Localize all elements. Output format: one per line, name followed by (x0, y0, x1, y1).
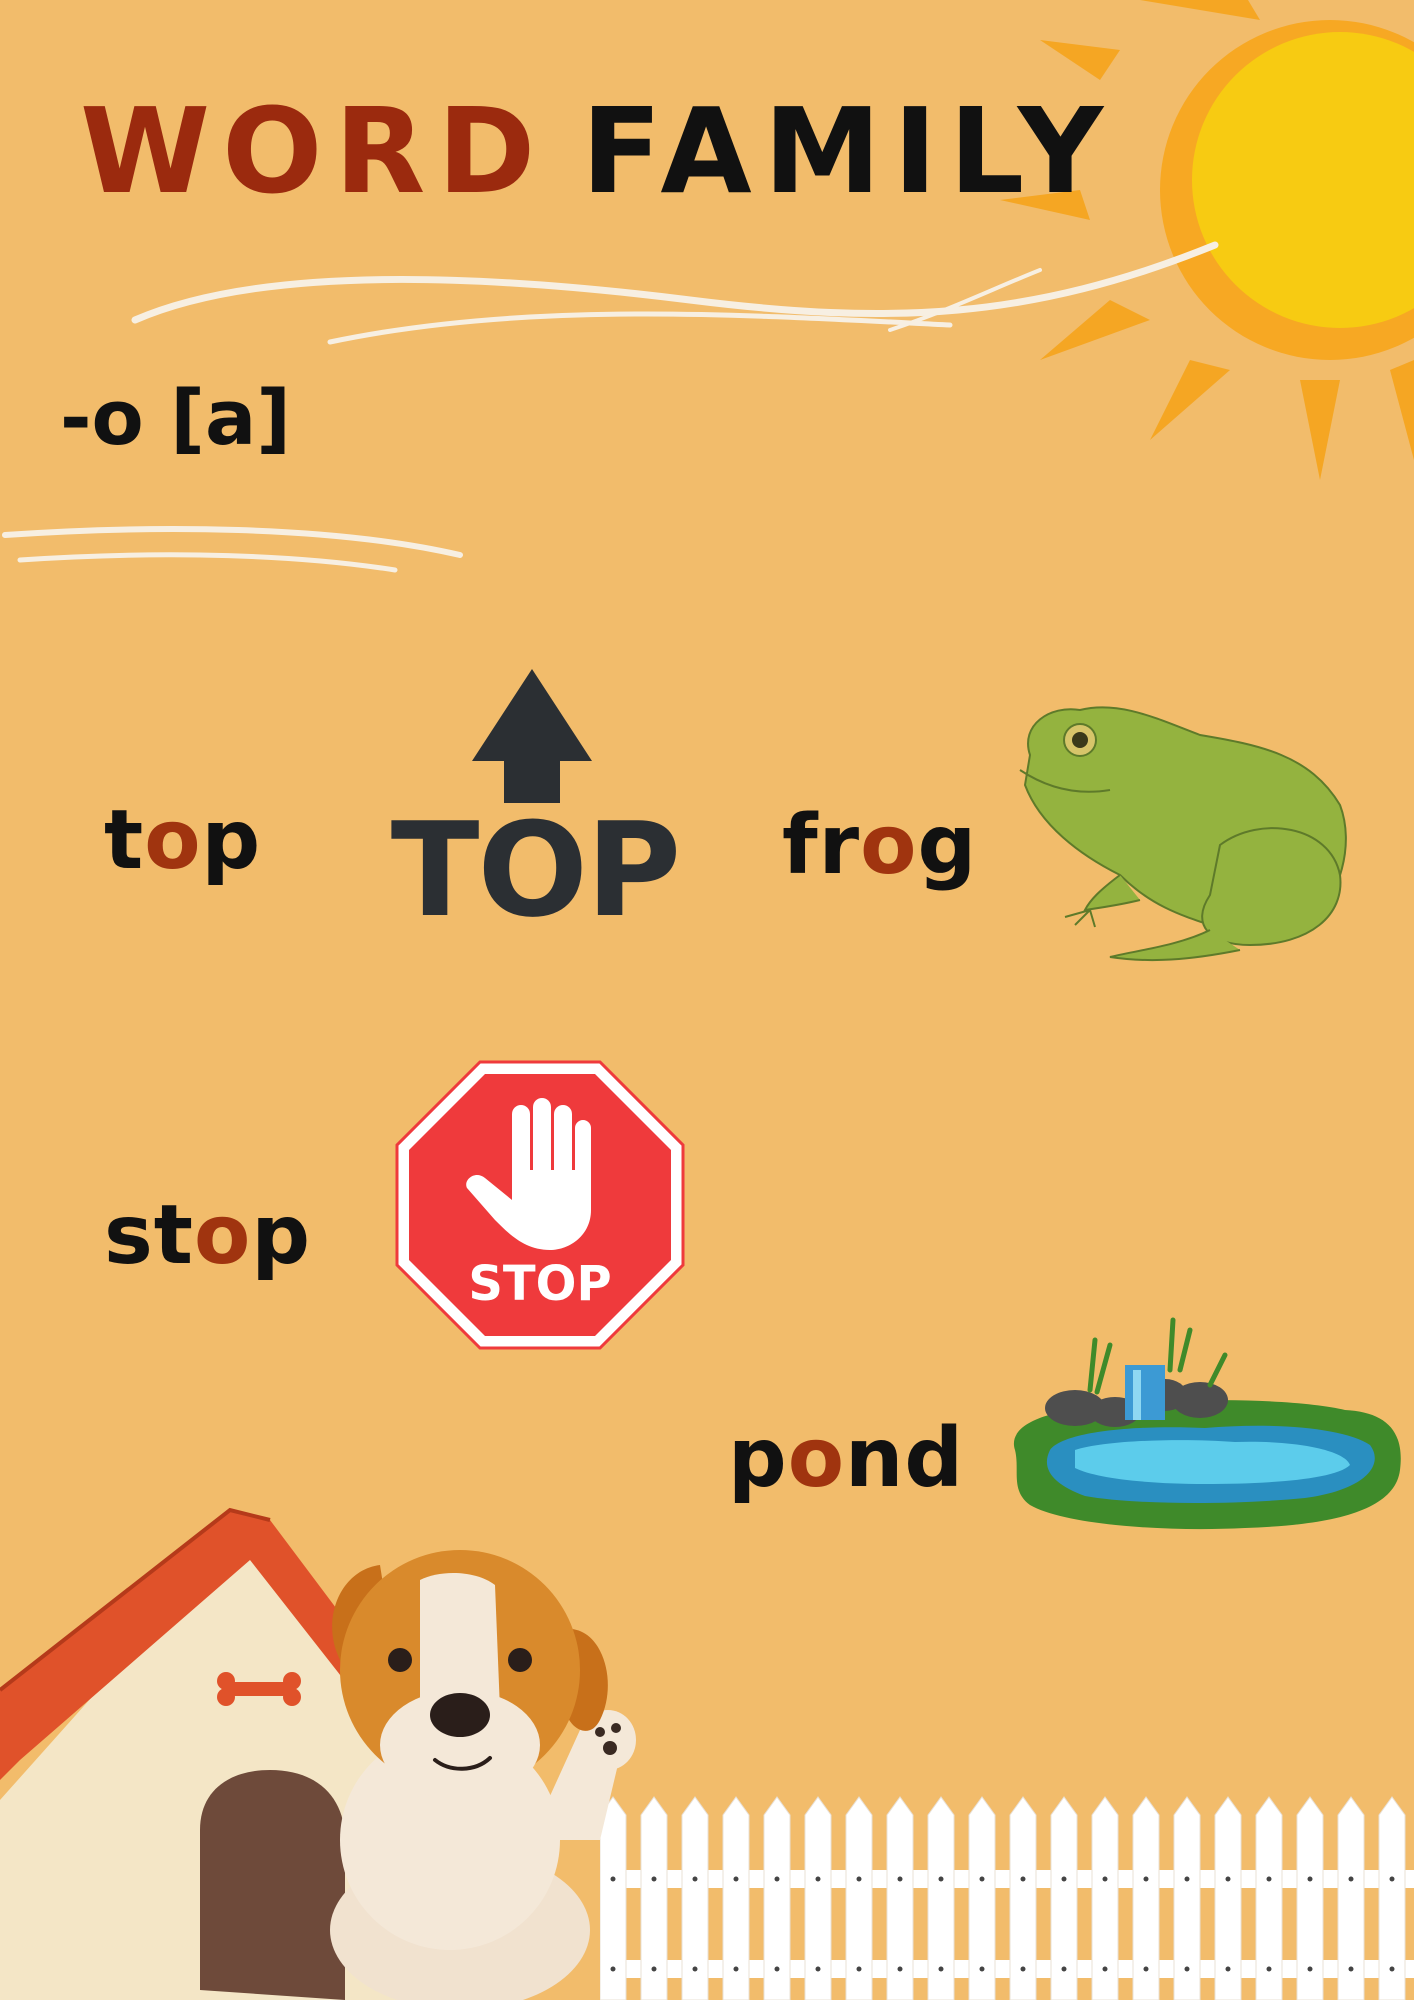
word-stop: stop (104, 1195, 311, 1277)
word-frog: frog (782, 805, 977, 887)
word-suffix: p (251, 1188, 312, 1283)
word-prefix: fr (782, 798, 861, 893)
stop-sign: STOP (395, 1060, 685, 1350)
word-top: top (104, 800, 261, 882)
frog-icon (1019, 706, 1347, 962)
page-title: WORD FAMILY (80, 92, 1115, 210)
swoosh-decoration (131, 241, 1219, 345)
word-prefix: st (104, 1188, 195, 1283)
word-suffix: g (917, 798, 978, 893)
fence-icon (600, 1796, 1414, 2000)
title-word-2: FAMILY (581, 82, 1116, 220)
word-prefix: t (104, 793, 145, 888)
pond-icon (1013, 1317, 1401, 1530)
word-suffix: p (201, 793, 262, 888)
stop-sign-label: STOP (468, 1256, 612, 1312)
word-prefix: p (728, 1411, 788, 1506)
word-vowel: o (860, 798, 918, 893)
word-suffix: nd (845, 1411, 965, 1506)
word-vowel: o (144, 793, 202, 888)
word-pond: pond (728, 1418, 964, 1500)
dog-icon (330, 1550, 636, 2000)
word-vowel: o (787, 1411, 846, 1506)
word-vowel: o (194, 1188, 252, 1283)
up-arrow-icon (472, 669, 592, 803)
phonics-pattern: -o [a] (60, 373, 291, 462)
top-sign: TOP (390, 665, 681, 946)
swoosh-decoration-2 (2, 526, 463, 573)
top-sign-label: TOP (390, 794, 681, 946)
title-word-1: WORD (80, 82, 548, 220)
